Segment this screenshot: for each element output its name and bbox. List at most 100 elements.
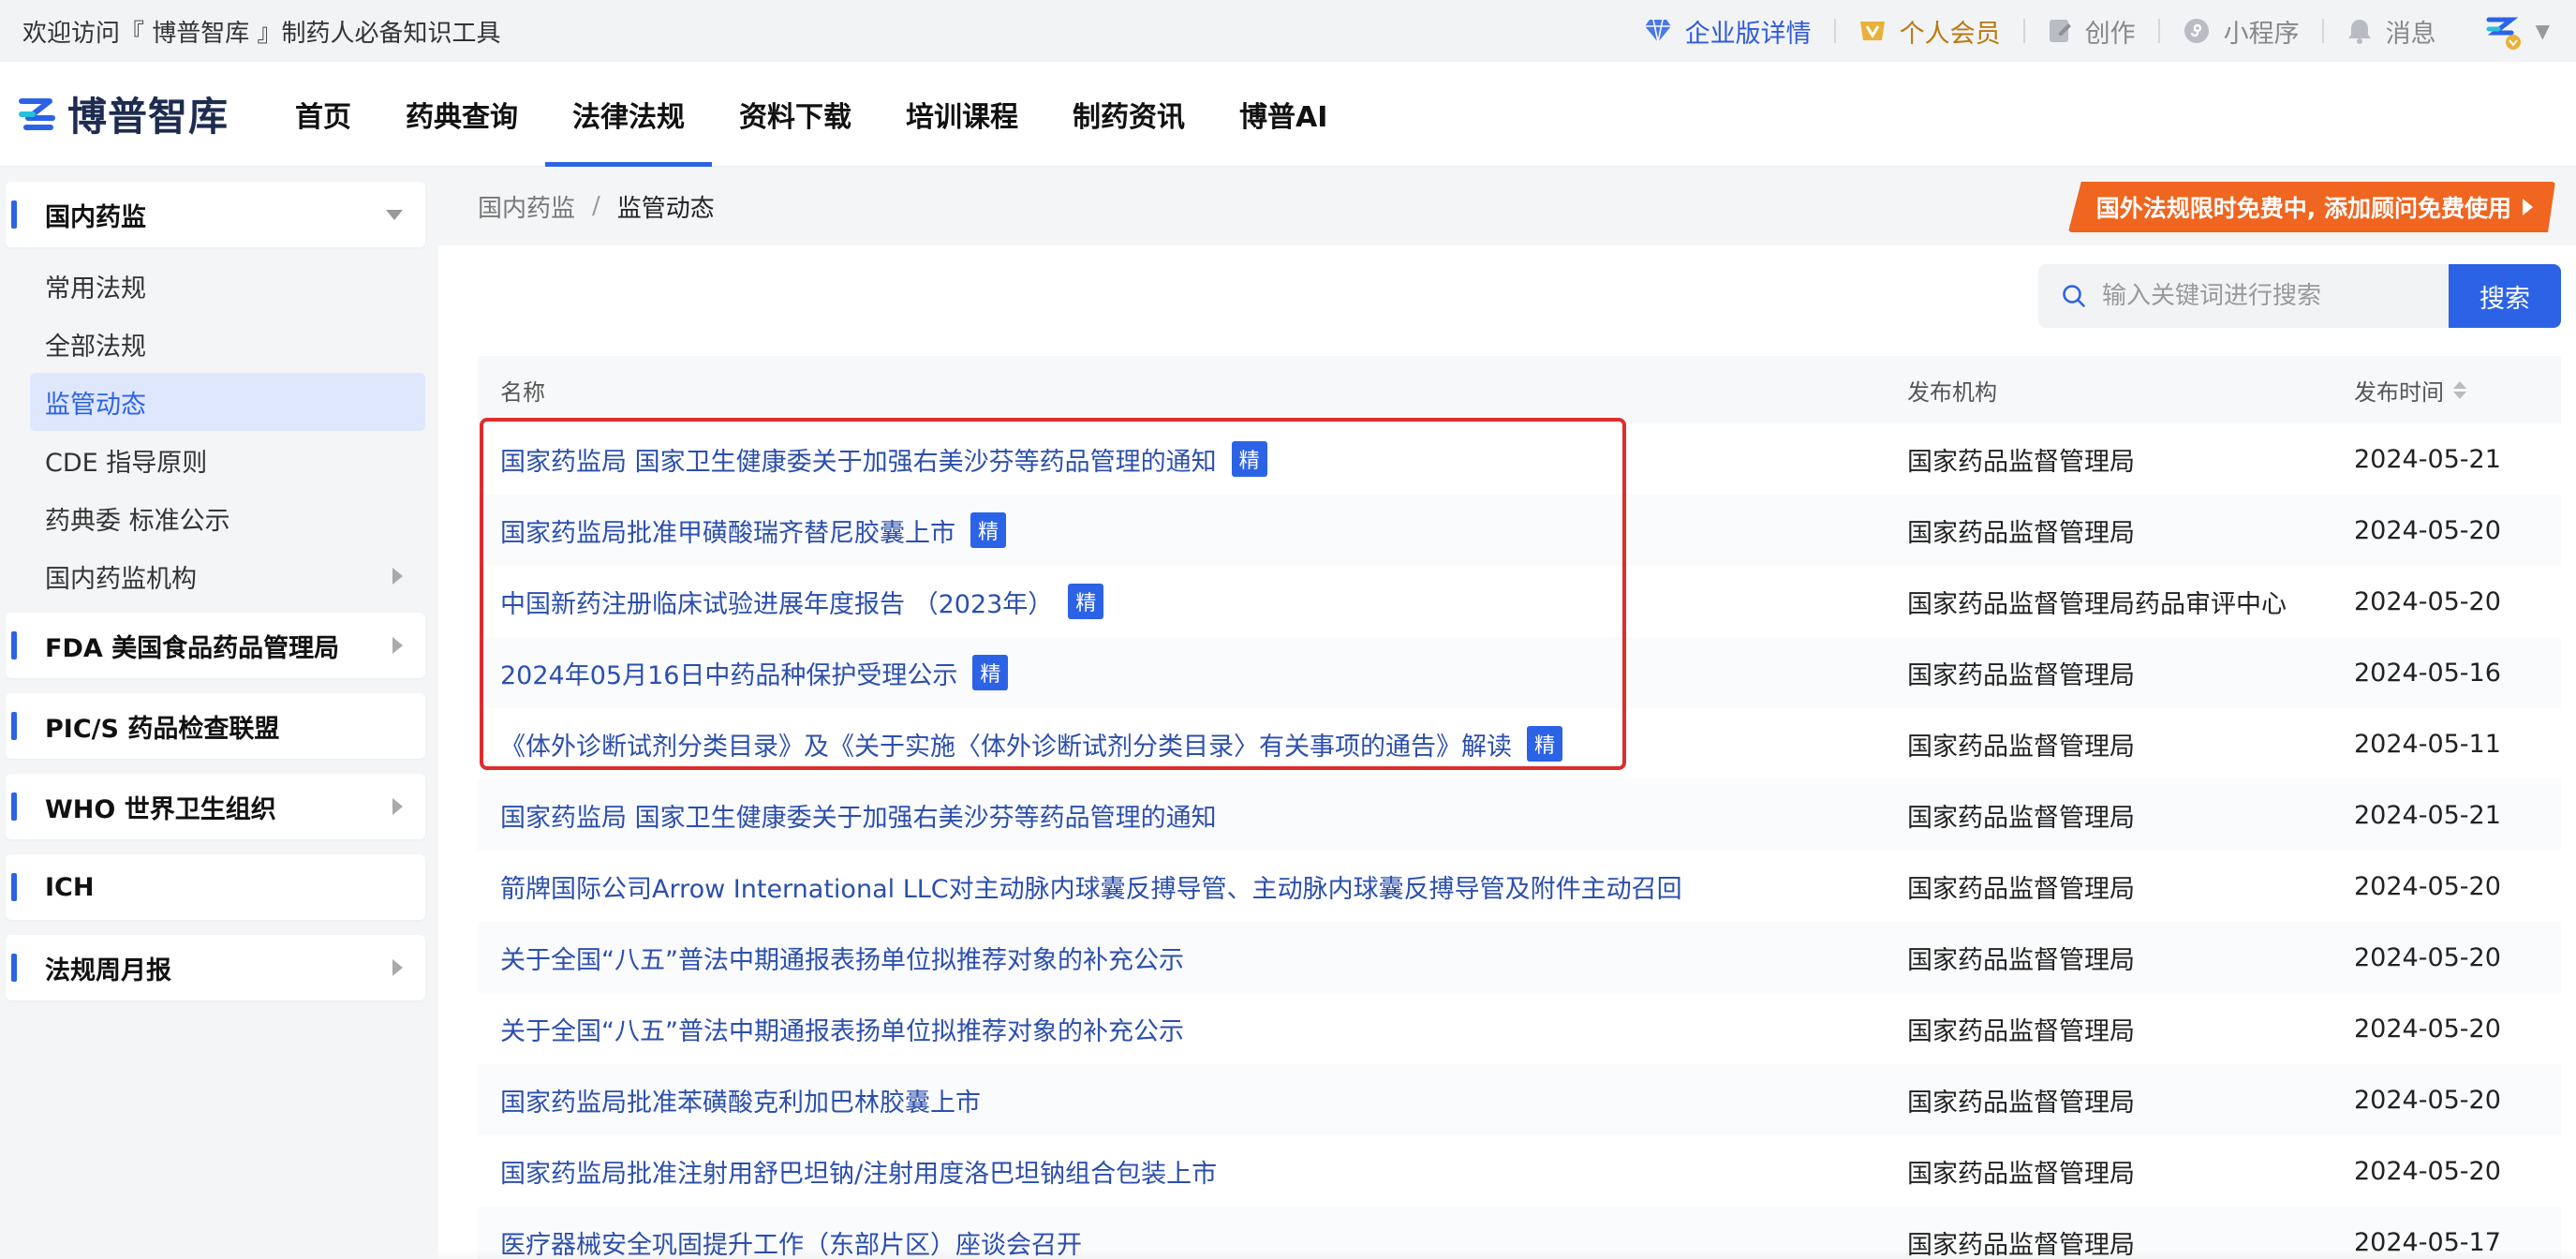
top-bar: 欢迎访问『 博普智库 』制药人必备知识工具 企业版详情 个人会员 创作 小程序 … (0, 0, 2576, 62)
sidebar-item-cde-guidelines[interactable]: CDE 指导原则 (30, 431, 425, 489)
row-org: 国家药品监督管理局 (1907, 660, 2135, 690)
table-row[interactable]: 国家药监局批准注射用舒巴坦钠/注射用度洛巴坦钠组合包装上市 国家药品监督管理局 20… (478, 1135, 2561, 1207)
sidebar-item-agencies[interactable]: 国内药监机构 (30, 547, 425, 605)
sidebar-group-fda[interactable]: FDA 美国食品药品管理局 (6, 613, 425, 678)
enterprise-link[interactable]: 企业版详情 (1621, 13, 1834, 50)
row-name-cell: 国家药监局 国家卫生健康委关于加强右美沙芬等药品管理的通知 (478, 797, 1907, 834)
sidebar-group-who[interactable]: WHO 世界卫生组织 (6, 774, 425, 839)
breadcrumb-separator: / (592, 192, 600, 220)
logo[interactable]: 博普智库 (17, 85, 229, 142)
header-name: 名称 (500, 378, 545, 406)
sidebar-item-common-regulations[interactable]: 常用法规 (30, 257, 425, 315)
promo-banner[interactable]: 国外法规限时免费中, 添加顾问免费使用 (2068, 182, 2555, 232)
header-org: 发布机构 (1907, 378, 1997, 406)
table-row[interactable]: 关于全国“八五”普法中期通报表扬单位拟推荐对象的补充公示 国家药品监督管理局 202… (478, 922, 2561, 993)
row-title-link[interactable]: 关于全国“八五”普法中期通报表扬单位拟推荐对象的补充公示 (500, 1011, 1184, 1047)
sidebar-group-domestic[interactable]: 国内药监 (6, 182, 425, 247)
row-name-cell: 2024年05月16日中药品种保护受理公示精 (478, 655, 1907, 691)
nav-item-pharmacopoeia[interactable]: 药典查询 (378, 62, 545, 167)
table-row[interactable]: 国家药监局批准甲磺酸瑞齐替尼胶囊上市精国家药品监督管理局 2024-05-20 (478, 495, 2561, 566)
search-bar: 搜索 (2038, 264, 2561, 328)
row-date: 2024-05-20 (2354, 1085, 2501, 1115)
nav-item-regulations[interactable]: 法律法规 (545, 62, 713, 167)
chevron-right-icon (392, 568, 403, 585)
vip-link[interactable]: 个人会员 (1836, 13, 2023, 50)
logo-text: 博普智库 (67, 94, 229, 140)
bell-icon (2347, 20, 2371, 44)
breadcrumb: 国内药监 / 监管动态 国外法规限时免费中, 添加顾问免费使用 (438, 167, 2576, 245)
chevron-right-icon (392, 959, 403, 976)
search-button[interactable]: 搜索 (2449, 264, 2561, 328)
row-title-link[interactable]: 2024年05月16日中药品种保护受理公示 (500, 655, 957, 691)
row-org: 国家药品监督管理局 (1907, 874, 2135, 904)
top-bar-actions: 企业版详情 个人会员 创作 小程序 消息 ▼ (1621, 0, 2554, 62)
row-org: 国家药品监督管理局 (1907, 803, 2135, 833)
featured-badge: 精 (1231, 441, 1267, 477)
sidebar-group-reports[interactable]: 法规周月报 (6, 935, 425, 1000)
nav-item-downloads[interactable]: 资料下载 (712, 62, 879, 167)
table-row[interactable]: 国家药监局批准苯磺酸克利加巴林胶囊上市 国家药品监督管理局 2024-05-20 (478, 1064, 2561, 1135)
row-org: 国家药品监督管理局 (1907, 732, 2135, 762)
sidebar-item-pharmacopoeia-standards[interactable]: 药典委 标准公示 (30, 489, 425, 547)
table-row[interactable]: 国家药监局 国家卫生健康委关于加强右美沙芬等药品管理的通知 国家药品监督管理局 20… (478, 779, 2561, 851)
sidebar-item-regulatory-news[interactable]: 监管动态 (30, 373, 425, 431)
table-row[interactable]: 《体外诊断试剂分类目录》及《关于实施〈体外诊断试剂分类目录〉有关事项的通告》解读… (478, 708, 2561, 779)
sidebar: 国内药监 常用法规 全部法规 监管动态 CDE 指导原则 药典委 标准公示 国内… (0, 167, 438, 1259)
sidebar-group-ich[interactable]: ICH (6, 854, 425, 920)
breadcrumb-current: 监管动态 (616, 194, 715, 223)
row-title-link[interactable]: 中国新药注册临床试验进展年度报告 （2023年） (500, 584, 1053, 620)
row-title-link[interactable]: 箭牌国际公司Arrow International LLC对主动脉内球囊反搏导管… (500, 868, 1682, 905)
miniprogram-icon (2184, 19, 2209, 43)
sidebar-group-pics[interactable]: PIC/S 药品检查联盟 (6, 693, 425, 759)
diamond-icon (1644, 19, 1671, 43)
table-header: 名称 发布机构 发布时间 (478, 356, 2561, 423)
search-icon (2063, 285, 2085, 307)
row-title-link[interactable]: 国家药监局批准注射用舒巴坦钠/注射用度洛巴坦钠组合包装上市 (500, 1153, 1217, 1190)
content-panel: 搜索 名称 发布机构 发布时间 国家药监局 国家卫生健康委关于加强右美沙芬等药品… (438, 245, 2576, 1259)
featured-badge: 精 (972, 655, 1009, 690)
messages-link[interactable]: 消息 (2324, 13, 2459, 50)
row-name-cell: 中国新药注册临床试验进展年度报告 （2023年） 精 (478, 584, 1907, 620)
row-title-link[interactable]: 国家药监局 国家卫生健康委关于加强右美沙芬等药品管理的通知 (500, 797, 1217, 834)
row-org: 国家药品监督管理局 (1907, 1016, 2135, 1046)
featured-badge: 精 (1068, 584, 1104, 619)
row-date: 2024-05-21 (2354, 800, 2501, 830)
row-date: 2024-05-11 (2354, 729, 2501, 759)
breadcrumb-parent[interactable]: 国内药监 (478, 189, 575, 224)
chevron-right-icon (392, 637, 403, 654)
miniprogram-link[interactable]: 小程序 (2160, 13, 2322, 50)
table-row[interactable]: 关于全国“八五”普法中期通报表扬单位拟推荐对象的补充公示 国家药品监督管理局 202… (478, 993, 2561, 1064)
nav-item-home[interactable]: 首页 (268, 62, 378, 167)
table-row[interactable]: 箭牌国际公司Arrow International LLC对主动脉内球囊反搏导管… (478, 851, 2561, 922)
header-date[interactable]: 发布时间 (2354, 374, 2561, 407)
row-title-link[interactable]: 国家药监局批准甲磺酸瑞齐替尼胶囊上市 (500, 512, 955, 549)
row-org: 国家药品监督管理局 (1907, 447, 2135, 477)
row-title-link[interactable]: 《体外诊断试剂分类目录》及《关于实施〈体外诊断试剂分类目录〉有关事项的通告》解读 (500, 726, 1512, 763)
table-row[interactable]: 2024年05月16日中药品种保护受理公示精国家药品监督管理局 2024-05-1… (478, 637, 2561, 708)
row-title-link[interactable]: 关于全国“八五”普法中期通报表扬单位拟推荐对象的补充公示 (500, 940, 1184, 976)
main-nav: 博普智库 首页 药典查询 法律法规 资料下载 培训课程 制药资讯 博普AI (0, 62, 2576, 167)
search-input[interactable] (2102, 282, 2439, 310)
row-title-link[interactable]: 国家药监局 国家卫生健康委关于加强右美沙芬等药品管理的通知 (500, 441, 1217, 478)
row-title-link[interactable]: 国家药监局批准苯磺酸克利加巴林胶囊上市 (500, 1082, 981, 1118)
nav-item-ai[interactable]: 博普AI (1212, 62, 1355, 167)
row-date: 2024-05-16 (2354, 658, 2501, 688)
bottom-fade (438, 1250, 2576, 1259)
chevron-down-icon: ▼ (2535, 20, 2550, 42)
nav-item-news[interactable]: 制药资讯 (1045, 62, 1212, 167)
document-edit-icon (2049, 20, 2071, 42)
welcome-text: 欢迎访问『 博普智库 』制药人必备知识工具 (22, 19, 501, 48)
table-row[interactable]: 中国新药注册临床试验进展年度报告 （2023年） 精 国家药品监督管理局药品审评中心… (478, 566, 2561, 637)
row-name-cell: 箭牌国际公司Arrow International LLC对主动脉内球囊反搏导管… (478, 868, 1907, 905)
user-avatar-menu[interactable]: ▼ (2459, 10, 2554, 52)
table-row[interactable]: 国家药监局 国家卫生健康委关于加强右美沙芬等药品管理的通知精国家药品监督管理局 2… (478, 423, 2561, 495)
sidebar-item-all-regulations[interactable]: 全部法规 (30, 315, 425, 373)
row-org: 国家药品监督管理局 (1907, 518, 2135, 548)
row-date: 2024-05-20 (2354, 515, 2501, 545)
create-link[interactable]: 创作 (2025, 13, 2158, 50)
row-name-cell: 国家药监局批准苯磺酸克利加巴林胶囊上市 (478, 1082, 1907, 1118)
chevron-right-icon (392, 798, 403, 815)
sort-icon[interactable] (2453, 380, 2466, 399)
row-date: 2024-05-20 (2354, 871, 2501, 901)
nav-item-training[interactable]: 培训课程 (879, 62, 1045, 167)
